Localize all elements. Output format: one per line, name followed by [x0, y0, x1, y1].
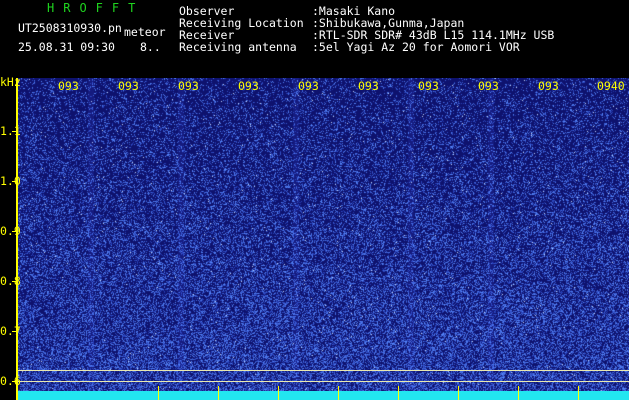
observation-datetime: 25.08.31 09:30: [18, 40, 115, 54]
time-tick-mark: [218, 386, 219, 400]
time-tick-mark: [398, 386, 399, 400]
time-tick-label: 093: [418, 79, 439, 93]
time-tick-label: 093: [58, 79, 79, 93]
time-tick-mark: [518, 386, 519, 400]
time-tick-label: 093: [478, 79, 499, 93]
y-tick-mark: [12, 381, 18, 382]
time-tick-mark: [458, 386, 459, 400]
time-tick-label: 093: [538, 79, 559, 93]
time-tick-mark: [158, 386, 159, 400]
y-tick-mark: [12, 331, 18, 332]
waterfall-spectrogram: [18, 78, 629, 400]
y-tick-mark: [12, 181, 18, 182]
frequency-unit-label: kHz: [0, 75, 21, 89]
time-tick-label: 093: [358, 79, 379, 93]
carrier-signal-band: [18, 391, 629, 400]
time-tick-label: 093: [238, 79, 259, 93]
reference-line-lower: [18, 381, 629, 382]
y-tick-mark: [12, 281, 18, 282]
waterfall-noise: [18, 78, 629, 400]
time-tick-mark: [578, 386, 579, 400]
time-tick-label: 093: [178, 79, 199, 93]
time-tick-mark: [278, 386, 279, 400]
time-tick-mark: [338, 386, 339, 400]
antenna-value: :5el Yagi Az 20 for Aomori VOR: [312, 40, 520, 54]
app-logo: HROFFT: [47, 1, 145, 15]
y-tick-mark: [12, 231, 18, 232]
time-tick-label: 093: [118, 79, 139, 93]
mode-label: meteor: [124, 25, 166, 39]
time-tick-label: 093: [298, 79, 319, 93]
detection-count: 8..: [140, 40, 161, 54]
y-tick-mark: [12, 131, 18, 132]
file-name: UT2508310930.pn: [18, 21, 122, 35]
reference-line-upper: [18, 370, 629, 371]
antenna-label: Receiving antenna: [179, 40, 297, 54]
hrofft-window: HROFFT UT2508310930.pn meteor 25.08.31 0…: [0, 0, 629, 400]
time-tick-label: 0940: [597, 79, 625, 93]
